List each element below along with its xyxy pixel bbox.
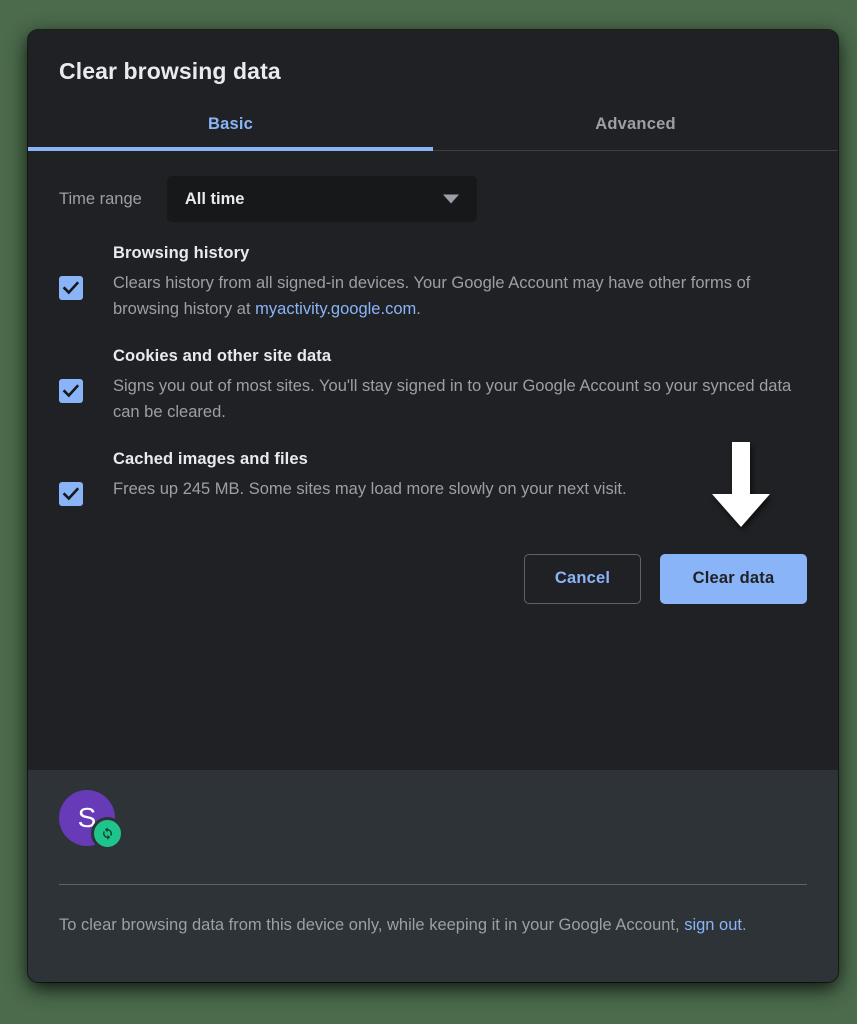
dialog-title: Clear browsing data: [59, 58, 281, 84]
avatar-wrapper: S: [59, 790, 124, 850]
account-row[interactable]: S: [59, 770, 807, 850]
checkbox-cached-files[interactable]: [59, 481, 83, 506]
option-description-text: Clears history from all signed-in device…: [113, 274, 751, 319]
dialog-body: Time range All time Browsing history Cle…: [28, 151, 838, 770]
option-browsing-history: Browsing history Clears history from all…: [59, 244, 807, 323]
dialog-footer: S To clear browsing data from this devic…: [28, 770, 838, 982]
option-description: Signs you out of most sites. You'll stay…: [113, 376, 792, 422]
tab-basic[interactable]: Basic: [28, 103, 433, 150]
option-cached-files: Cached images and files Frees up 245 MB.…: [59, 450, 807, 506]
check-icon: [62, 384, 80, 398]
cancel-button[interactable]: Cancel: [524, 553, 641, 604]
sync-refresh-icon: [91, 817, 124, 850]
option-cookies: Cookies and other site data Signs you ou…: [59, 347, 807, 426]
option-title: Cookies and other site data: [113, 346, 332, 365]
tab-advanced[interactable]: Advanced: [433, 103, 838, 150]
myactivity-link[interactable]: myactivity.google.com: [255, 300, 416, 318]
time-range-select[interactable]: All time: [166, 176, 477, 222]
dialog-actions: Cancel Clear data: [59, 441, 807, 604]
footer-note: To clear browsing data from this device …: [59, 885, 789, 940]
checkbox-cookies[interactable]: [59, 378, 83, 403]
option-description: Clears history from all signed-in device…: [113, 270, 803, 323]
time-range-label: Time range: [59, 189, 142, 208]
option-text-cookies: Cookies and other site data Signs you ou…: [113, 347, 807, 426]
chevron-down-icon: [442, 194, 459, 204]
sync-glyph: [103, 827, 112, 840]
clear-data-button[interactable]: Clear data: [660, 553, 807, 604]
active-tab-indicator: [28, 147, 433, 151]
screen-backdrop: Clear browsing data Basic Advanced Time …: [0, 0, 857, 1024]
option-text-browsing-history: Browsing history Clears history from all…: [113, 244, 807, 323]
option-text-cached-files: Cached images and files Frees up 245 MB.…: [113, 450, 807, 502]
option-title: Cached images and files: [113, 449, 308, 468]
option-title: Browsing history: [113, 244, 250, 262]
data-type-options: Browsing history Clears history from all…: [59, 244, 807, 506]
option-description: Frees up 245 MB. Some sites may load mor…: [113, 479, 627, 498]
checkbox-browsing-history[interactable]: [59, 276, 83, 300]
footer-note-text: To clear browsing data from this device …: [59, 916, 685, 934]
down-arrow-annotation: [712, 441, 770, 527]
footer-note-tail: .: [741, 916, 747, 934]
check-icon: [62, 486, 80, 500]
check-icon: [62, 281, 80, 295]
clear-browsing-data-dialog: Clear browsing data Basic Advanced Time …: [28, 30, 838, 982]
option-description-tail: .: [416, 300, 421, 319]
sign-out-link[interactable]: sign out: [684, 916, 742, 934]
time-range-value: All time: [184, 189, 245, 208]
time-range-row: Time range All time: [59, 176, 807, 222]
dialog-tabs: Basic Advanced: [28, 103, 838, 151]
